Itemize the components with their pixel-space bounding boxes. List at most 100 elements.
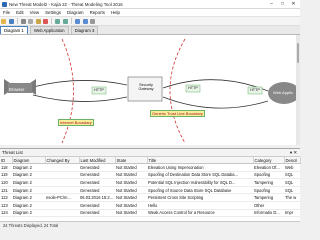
delete-icon[interactable] xyxy=(43,18,49,24)
save-icon[interactable] xyxy=(8,18,14,24)
panel-close-icon[interactable]: ▾ ✕ xyxy=(290,149,297,156)
menu-settings[interactable]: Settings xyxy=(42,10,64,15)
threat-diagram: Diagram 2 xyxy=(12,171,45,180)
menu-diagram[interactable]: Diagram xyxy=(64,10,87,15)
threat-category: Spoofing xyxy=(253,186,284,195)
table-row[interactable]: 123 Diagram 2 Generated Not Started Hell… xyxy=(0,201,300,210)
threat-category: Tampering xyxy=(253,193,284,202)
threat-id: 119 xyxy=(0,171,12,180)
tab-diagram-1[interactable]: Diagram 1 xyxy=(0,26,28,34)
threat-id: 118 xyxy=(0,163,12,172)
threat-title: Spoofing of Destination Data Store SQL D… xyxy=(147,171,253,180)
threat-diagram: Diagram 2 xyxy=(12,163,45,172)
redo-icon[interactable] xyxy=(62,18,68,24)
toolbar-divider xyxy=(71,18,72,24)
zoom-in-icon[interactable] xyxy=(75,18,81,24)
process-label: Security Gateway xyxy=(138,83,154,92)
menu-help[interactable]: Help xyxy=(108,10,123,15)
threat-changed-by: nsole-PC\m... xyxy=(45,193,79,202)
minimize-icon[interactable]: – xyxy=(266,0,277,8)
threat-category: Tampering xyxy=(253,178,284,187)
threat-last-modified: Generated xyxy=(79,178,115,187)
threat-diagram: Diagram 2 xyxy=(12,193,45,202)
toolbar xyxy=(0,17,300,26)
open-icon[interactable] xyxy=(1,18,7,24)
close-icon[interactable]: ✕ xyxy=(288,0,299,8)
threat-last-modified: Generated xyxy=(79,171,115,180)
threat-state: Not Started xyxy=(115,209,147,218)
threat-title: Hello xyxy=(147,201,253,210)
threat-changed-by xyxy=(45,171,79,180)
threat-title: Persistent Cross Site Scripting xyxy=(147,193,253,202)
menu-view[interactable]: View xyxy=(27,10,42,15)
diagram-tabs: Diagram 1 Web Application Diagram 3 xyxy=(0,26,300,35)
threat-title: Weak Access Control for a Resource xyxy=(147,209,253,218)
status-text: 24 Threats Displayed, 24 Total xyxy=(3,223,59,228)
threat-state: Not Started xyxy=(115,178,147,187)
data-flow-arrow[interactable] xyxy=(162,96,269,109)
threat-category: Other xyxy=(253,201,284,210)
table-row[interactable]: 124 Diagram 2 Generated Not Started Weak… xyxy=(0,209,300,218)
data-flow-arrow[interactable] xyxy=(32,80,128,88)
threat-changed-by xyxy=(45,201,79,210)
threat-id: 121 xyxy=(0,186,12,195)
tab-diagram-3[interactable]: Diagram 3 xyxy=(70,26,99,34)
threat-category: Spoofing xyxy=(253,171,284,180)
table-row[interactable]: 119 Diagram 2 Generated Not Started Spoo… xyxy=(0,171,300,180)
threat-description: Web xyxy=(284,163,300,172)
trust-boundary-arc[interactable] xyxy=(169,38,186,144)
data-flow-arrow[interactable] xyxy=(32,94,128,102)
threat-changed-by xyxy=(45,163,79,172)
threat-description xyxy=(284,201,300,210)
flow-label: HTTP xyxy=(250,88,260,92)
table-row[interactable]: 121 Diagram 2 Generated Not Started Spoo… xyxy=(0,186,300,195)
canvas-scrollbar[interactable] xyxy=(296,35,300,145)
zoom-out-icon[interactable] xyxy=(82,18,88,24)
threat-category: Elevation Of... xyxy=(253,163,284,172)
threat-last-modified: Generated xyxy=(79,186,115,195)
diagram-canvas[interactable]: Browser Security Gateway Web Applic HTTP… xyxy=(0,35,297,145)
scrollbar-thumb[interactable] xyxy=(297,43,299,63)
threat-description: SQL xyxy=(284,171,300,180)
tab-web-application[interactable]: Web Application xyxy=(29,26,69,34)
threat-state: Not Started xyxy=(115,186,147,195)
window-controls: – □ ✕ xyxy=(266,0,299,8)
threat-changed-by xyxy=(45,186,79,195)
cut-icon[interactable] xyxy=(20,18,26,24)
threat-state: Not Started xyxy=(115,193,147,202)
menu-edit[interactable]: Edit xyxy=(13,10,27,15)
menu-reports[interactable]: Reports xyxy=(87,10,108,15)
internet-boundary-label[interactable]: Internet Boundary xyxy=(58,119,94,126)
table-row[interactable]: 118 Diagram 2 Generated Not Started Elev… xyxy=(0,163,300,172)
generic-boundary-label[interactable]: Generic Trust Line Boundary xyxy=(150,110,205,117)
threat-diagram: Diagram 2 xyxy=(12,209,45,218)
trust-boundary-arc[interactable] xyxy=(61,38,74,144)
threat-state: Not Started xyxy=(115,171,147,180)
maximize-icon[interactable]: □ xyxy=(277,0,288,8)
threat-last-modified: Generated xyxy=(79,163,115,172)
threat-changed-by xyxy=(45,209,79,218)
threat-title: Elevation Using Impersonation xyxy=(147,163,253,172)
threat-last-modified: Generated xyxy=(79,201,115,210)
pointer-icon[interactable] xyxy=(89,18,95,24)
window-title: New Threat Model2 - Kajia 22 - Threat Mo… xyxy=(9,1,123,7)
flow-label: HTTP xyxy=(188,86,198,90)
threat-title: Potential SQL Injection Vulnerability fo… xyxy=(147,178,253,187)
threat-id: 122 xyxy=(0,193,12,202)
menu-file[interactable]: File xyxy=(0,10,13,15)
threat-last-modified: Generated xyxy=(79,209,115,218)
table-row[interactable]: 122 Diagram 2 nsole-PC\m... 06.03.2016 1… xyxy=(0,193,300,202)
toolbar-divider xyxy=(51,18,53,24)
table-row[interactable]: 120 Diagram 2 Generated Not Started Pote… xyxy=(0,178,300,187)
undo-icon[interactable] xyxy=(55,18,61,24)
threat-last-modified: 06.03.2016 15:2... xyxy=(79,193,115,202)
web-app-label: Web Applic xyxy=(273,90,293,95)
threat-state: Not Started xyxy=(115,201,147,210)
threat-diagram: Diagram 2 xyxy=(12,186,45,195)
threat-id: 123 xyxy=(0,201,12,210)
copy-icon[interactable] xyxy=(28,18,34,24)
threat-table: ID Diagram Changed By Last Modified Stat… xyxy=(0,157,301,218)
browser-label: Browser xyxy=(9,87,25,92)
paste-icon[interactable] xyxy=(35,18,41,24)
threat-category: Informatio D... xyxy=(253,209,284,218)
